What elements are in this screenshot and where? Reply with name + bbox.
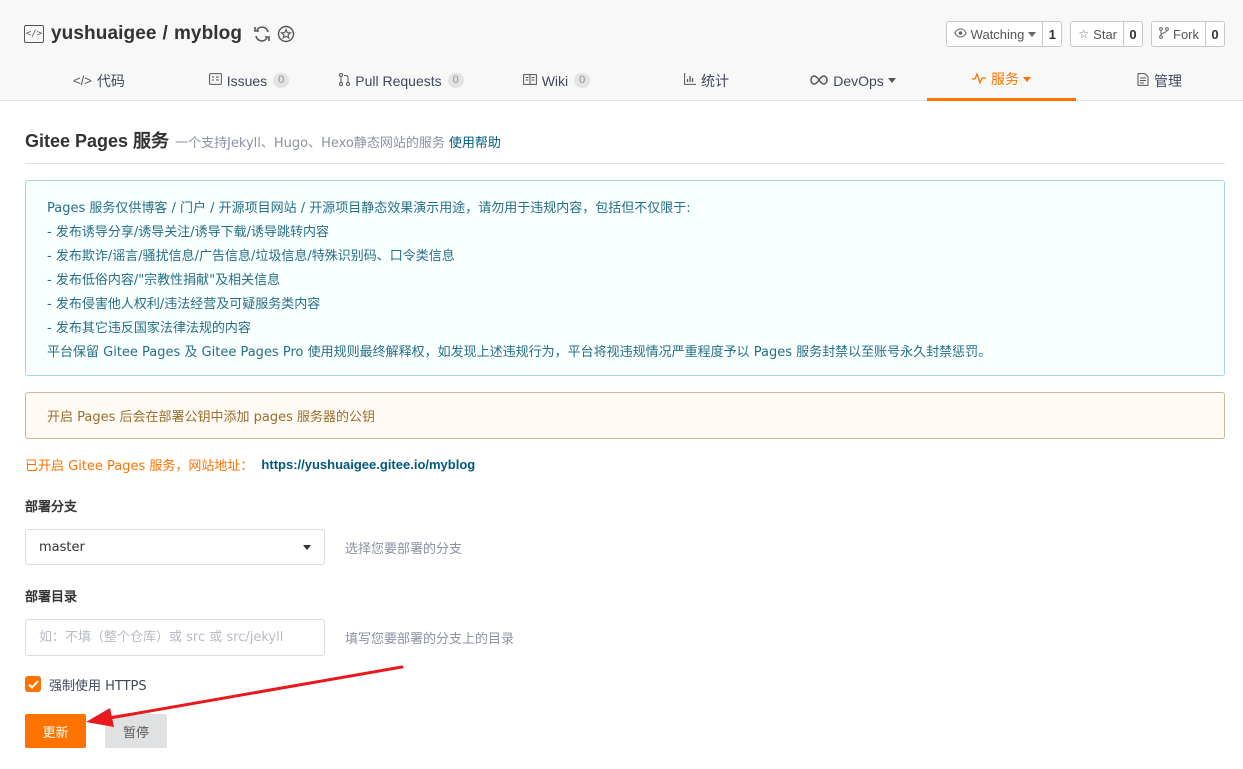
- star-button[interactable]: ☆ Star 0: [1070, 21, 1143, 47]
- notice-line: Pages 服务仅供博客 / 门户 / 开源项目网站 / 开源项目静态效果演示用…: [47, 201, 691, 216]
- wiki-icon: [522, 73, 537, 88]
- pulse-icon: [972, 71, 986, 87]
- branch-hint: 选择您要部署的分支: [345, 542, 463, 557]
- tab-label: 服务: [991, 71, 1019, 87]
- page-subtitle: 一个支持Jekyll、Hugo、Hexo静态网站的服务: [175, 136, 445, 151]
- eye-icon: [953, 27, 967, 41]
- tab-label: DevOps: [833, 72, 884, 89]
- update-button[interactable]: 更新: [25, 714, 86, 748]
- chart-icon: [684, 73, 696, 88]
- repo-separator: /: [162, 23, 168, 44]
- tab-issues[interactable]: Issues 0: [174, 60, 324, 101]
- repo-nav-tabs: </> 代码 Issues 0 Pull Requests 0 Wiki 0 统…: [0, 60, 1243, 101]
- watch-count[interactable]: 1: [1042, 22, 1061, 46]
- force-https-label: 强制使用 HTTPS: [49, 678, 147, 694]
- infinity-icon: [810, 73, 828, 88]
- page-header: Gitee Pages 服务 一个支持Jekyll、Hugo、Hexo静态网站的…: [25, 127, 1225, 164]
- notice-line: - 发布诱导分享/诱导关注/诱导下载/诱导跳转内容: [47, 225, 329, 240]
- settings-doc-icon: [1137, 72, 1149, 89]
- branch-select[interactable]: master: [25, 529, 325, 565]
- help-link[interactable]: 使用帮助: [449, 132, 501, 151]
- repo-owner-link[interactable]: yushuaigee: [51, 23, 157, 44]
- site-enabled-label: 已开启 Gitee Pages 服务，网站地址：: [25, 458, 254, 474]
- page-title: Gitee Pages 服务: [25, 131, 170, 151]
- tab-pull-requests[interactable]: Pull Requests 0: [324, 60, 479, 101]
- branch-label: 部署分支: [25, 500, 78, 515]
- repo-header: </> yushuaigee / myblog Watching 1 ☆ Star: [0, 0, 1243, 101]
- recommend-badge-icon[interactable]: [276, 24, 296, 44]
- tab-label: Pull Requests: [355, 72, 442, 89]
- tab-services[interactable]: 服务: [927, 60, 1076, 101]
- site-address: 已开启 Gitee Pages 服务，网站地址： https://yushuai…: [25, 454, 475, 474]
- repo-title: </> yushuaigee / myblog: [24, 19, 296, 49]
- notice-line: 平台保留 Gitee Pages 及 Gitee Pages Pro 使用规则最…: [47, 345, 992, 360]
- pause-button[interactable]: 暂停: [105, 714, 167, 748]
- tab-label: 代码: [96, 72, 125, 89]
- notice-line: - 发布侵害他人权利/违法经营及可疑服务类内容: [47, 297, 321, 312]
- tab-label: Issues: [226, 72, 268, 89]
- force-https-checkbox[interactable]: 强制使用 HTTPS: [25, 675, 147, 694]
- repo-actions: Watching 1 ☆ Star 0 Fork 0: [945, 21, 1225, 47]
- issues-icon: [208, 73, 222, 88]
- chevron-down-icon: [303, 545, 311, 550]
- tab-manage[interactable]: 管理: [1076, 60, 1243, 101]
- repo-name-link[interactable]: myblog: [174, 23, 242, 44]
- pr-count-badge: 0: [447, 73, 464, 88]
- notice-line: - 发布低俗内容/"宗教性捐献"及相关信息: [47, 273, 281, 288]
- tab-code[interactable]: </> 代码: [24, 60, 174, 101]
- directory-hint: 填写您要部署的分支上的目录: [345, 632, 515, 647]
- code-icon: </>: [73, 73, 92, 88]
- watch-label: Watching: [970, 26, 1025, 42]
- branch-select-value: master: [39, 539, 85, 555]
- public-key-warning: 开启 Pages 后会在部署公钥中添加 pages 服务器的公钥: [25, 392, 1225, 439]
- chevron-down-icon: [1028, 31, 1037, 37]
- tab-devops[interactable]: DevOps: [779, 60, 927, 101]
- watch-button[interactable]: Watching 1: [945, 21, 1063, 47]
- tab-label: 管理: [1154, 72, 1182, 89]
- checkmark-icon[interactable]: [25, 676, 41, 692]
- star-icon: ☆: [1078, 27, 1090, 41]
- tab-label: 统计: [701, 72, 729, 89]
- directory-label: 部署目录: [25, 590, 78, 605]
- star-label: Star: [1093, 26, 1117, 42]
- warning-text: 开启 Pages 后会在部署公钥中添加 pages 服务器的公钥: [47, 410, 376, 425]
- fork-button[interactable]: Fork 0: [1151, 21, 1225, 47]
- issues-count-badge: 0: [273, 73, 290, 88]
- directory-input[interactable]: [25, 619, 325, 656]
- code-repo-icon: </>: [24, 25, 44, 43]
- fork-label: Fork: [1173, 26, 1199, 42]
- site-url-link[interactable]: https://yushuaigee.gitee.io/myblog: [261, 457, 475, 472]
- chevron-down-icon: [887, 78, 896, 83]
- tab-stats[interactable]: 统计: [634, 60, 779, 101]
- wiki-count-badge: 0: [574, 73, 591, 88]
- tab-wiki[interactable]: Wiki 0: [479, 60, 634, 101]
- pull-request-icon: [339, 72, 351, 89]
- sync-icon[interactable]: [252, 24, 272, 44]
- fork-icon: [1159, 26, 1169, 42]
- notice-line: - 发布欺诈/谣言/骚扰信息/广告信息/垃圾信息/特殊识别码、口令类信息: [47, 249, 455, 264]
- notice-line: - 发布其它违反国家法律法规的内容: [47, 321, 251, 336]
- star-count[interactable]: 0: [1123, 22, 1142, 46]
- usage-policy-notice: Pages 服务仅供博客 / 门户 / 开源项目网站 / 开源项目静态效果演示用…: [25, 180, 1225, 376]
- chevron-down-icon: [1023, 76, 1031, 82]
- fork-count[interactable]: 0: [1205, 22, 1224, 46]
- tab-label: Wiki: [541, 72, 569, 89]
